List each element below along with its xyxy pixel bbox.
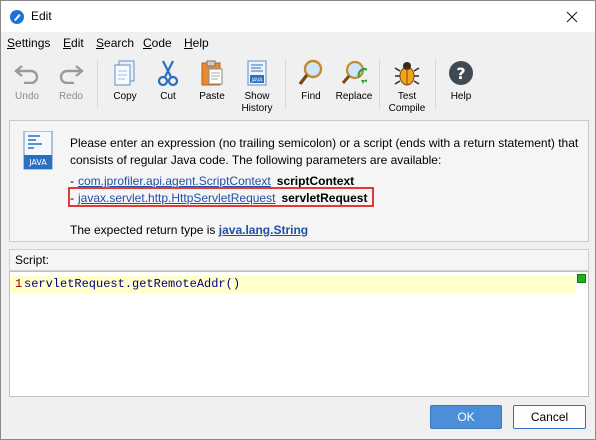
cancel-button[interactable]: Cancel [513,405,586,429]
undo-button[interactable]: Undo [9,54,45,118]
cut-label: Cut [160,91,176,102]
undo-icon [14,65,39,84]
menu-code[interactable]: Code [143,36,172,50]
help-label: Help [450,91,472,102]
paste-button[interactable]: Paste [194,54,230,118]
bug-icon [394,62,420,86]
show-history-label: Show History [241,91,273,114]
replace-button[interactable]: Replace [334,54,374,118]
replace-label: Replace [335,91,373,102]
close-button[interactable] [549,1,595,32]
svg-text:?: ? [456,64,465,83]
title-bar: Edit [1,1,595,32]
redo-icon [59,65,84,84]
find-icon [298,59,323,86]
test-compile-button[interactable]: Test Compile [385,54,429,118]
find-label: Find [301,91,321,102]
help-icon: ? [449,61,473,85]
window-title: Edit [31,9,52,23]
info-panel: JAVA Please enter an expression (no trai… [9,120,589,242]
ok-button[interactable]: OK [430,405,502,429]
menu-bar: Settings Edit Search Code Help [1,32,595,54]
edit-dialog: Edit Settings Edit Search Code Help Undo… [0,0,596,440]
menu-help[interactable]: Help [184,36,209,50]
toolbar-separator [285,60,286,108]
redo-label: Redo [59,91,83,102]
paste-label: Paste [199,91,225,102]
return-type-line: The expected return type is java.lang.St… [70,223,308,237]
toolbar-separator [97,60,98,108]
find-button[interactable]: Find [293,54,329,118]
paste-icon [201,60,223,86]
java-icon: JAVA [23,131,53,170]
toolbar: Undo Redo Copy Cut Paste JAVA Show Histo… [1,54,595,118]
menu-search[interactable]: Search [96,36,134,50]
info-description: Please enter an expression (no trailing … [70,136,579,167]
status-ok-icon [577,274,586,283]
undo-label: Undo [15,91,39,102]
test-compile-label: Test Compile [388,91,426,114]
svg-text:JAVA: JAVA [250,78,263,84]
menu-settings[interactable]: Settings [7,36,50,50]
script-editor[interactable]: 1 servletRequest.getRemoteAddr() [9,271,589,397]
code-text[interactable]: servletRequest.getRemoteAddr() [24,277,240,291]
toolbar-separator [379,60,380,108]
redo-button[interactable]: Redo [53,54,89,118]
script-label: Script: [15,253,50,267]
cut-icon [157,60,179,87]
cut-button[interactable]: Cut [151,54,185,118]
show-history-button[interactable]: JAVA Show History [237,54,277,118]
copy-icon [114,60,135,86]
copy-label: Copy [113,91,137,102]
line-number: 1 [15,277,23,291]
current-line: 1 servletRequest.getRemoteAddr() [10,276,576,293]
replace-icon [341,60,367,84]
script-header: Script: [9,249,589,271]
param-script-context: - com.jprofiler.api.agent.ScriptContext sc… [70,174,355,188]
help-button[interactable]: ? Help [443,54,479,118]
svg-text:JAVA: JAVA [28,158,47,167]
toolbar-separator [435,60,436,108]
return-type-link[interactable]: java.lang.String [219,223,308,237]
param-name: scriptContext [276,174,355,188]
return-type-prefix: The expected return type is [70,223,216,237]
param-type-link[interactable]: com.jprofiler.api.agent.ScriptContext [78,174,271,188]
close-icon [566,11,578,22]
app-icon [10,10,24,24]
highlight-box [68,187,374,207]
history-icon: JAVA [247,60,267,86]
copy-button[interactable]: Copy [107,54,143,118]
menu-edit[interactable]: Edit [63,36,84,50]
